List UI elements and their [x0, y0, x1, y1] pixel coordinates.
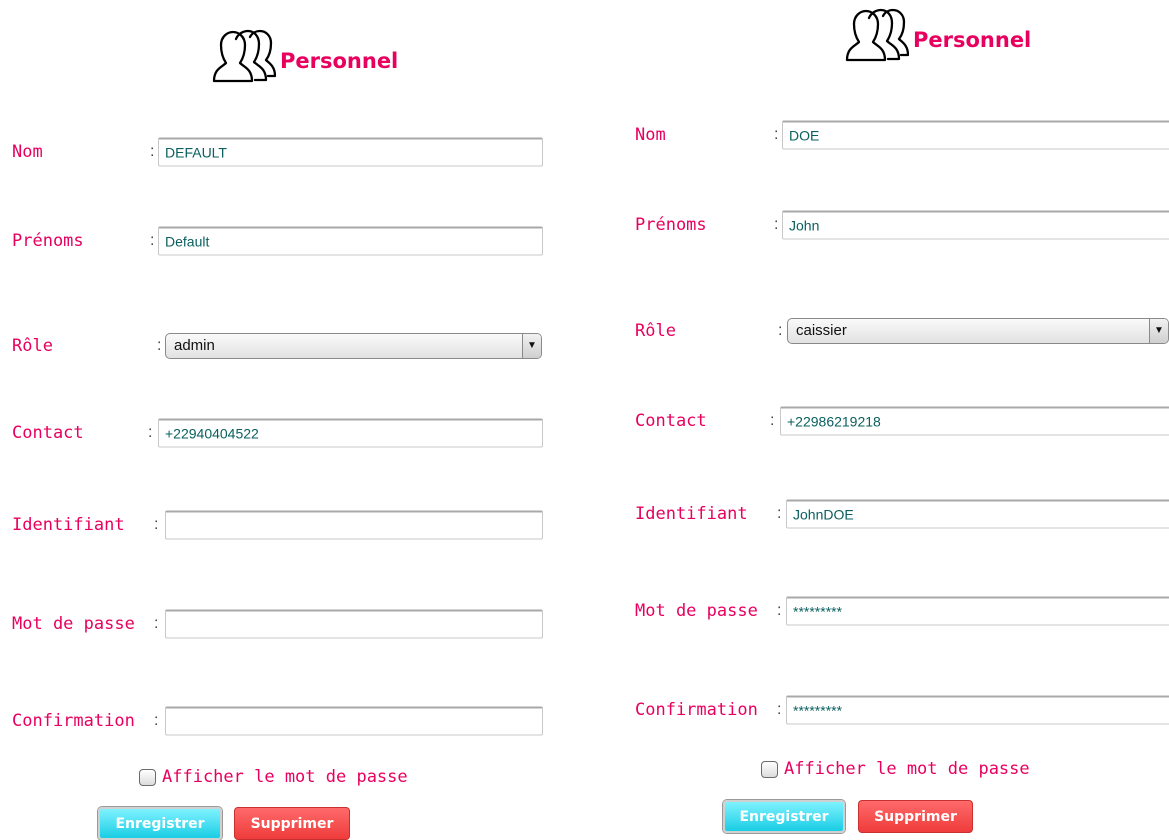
label-role: Rôle — [635, 321, 676, 341]
label-prenoms: Prénoms — [635, 215, 707, 235]
row-prenoms: Prénoms : John — [622, 208, 1169, 242]
row-mot-de-passe: Mot de passe : ********* — [622, 594, 1169, 628]
show-password-row: Afficher le mot de passe — [761, 759, 1030, 779]
password-input[interactable]: ********* — [786, 596, 1169, 626]
label-prenoms: Prénoms — [12, 231, 84, 251]
triangle-down-icon[interactable]: ▼ — [522, 334, 541, 358]
role-select[interactable]: caissier ▼ — [787, 318, 1169, 344]
label-nom: Nom — [12, 142, 43, 162]
users-group-icon — [845, 8, 909, 62]
show-password-checkbox[interactable] — [761, 760, 778, 778]
confirmation-input[interactable]: ********* — [786, 695, 1169, 725]
colon: : — [154, 712, 159, 729]
label-role: Rôle — [12, 336, 53, 356]
row-prenoms: Prénoms : Default — [0, 224, 600, 258]
confirmation-input[interactable] — [165, 706, 543, 736]
prenoms-input[interactable]: Default — [158, 226, 543, 256]
colon: : — [150, 143, 155, 160]
colon: : — [157, 337, 162, 354]
nom-input[interactable]: DEFAULT — [158, 137, 543, 167]
personnel-form-right: Personnel Nom : DOE Prénoms : John Rôle … — [622, 0, 1169, 838]
form-header: Personnel — [210, 29, 398, 83]
label-nom: Nom — [635, 125, 666, 145]
row-identifiant: Identifiant : — [0, 508, 600, 542]
colon: : — [148, 424, 153, 441]
row-mot-de-passe: Mot de passe : — [0, 607, 600, 641]
row-identifiant: Identifiant : JohnDOE — [622, 497, 1169, 531]
label-contact: Contact — [635, 411, 707, 431]
identifiant-input[interactable] — [165, 510, 543, 540]
row-confirmation: Confirmation : ********* — [622, 693, 1169, 727]
save-button[interactable]: Enregistrer — [723, 800, 845, 833]
row-role: Rôle : caissier ▼ — [622, 314, 1169, 348]
role-select-value: admin — [174, 337, 215, 354]
label-contact: Contact — [12, 423, 84, 443]
contact-input[interactable]: +22986219218 — [780, 406, 1169, 436]
row-contact: Contact : +22986219218 — [622, 404, 1169, 438]
prenoms-input[interactable]: John — [782, 210, 1169, 240]
colon: : — [774, 216, 779, 233]
row-nom: Nom : DOE — [622, 118, 1169, 152]
colon: : — [770, 412, 775, 429]
row-role: Rôle : admin ▼ — [0, 329, 600, 363]
form-header: Personnel — [843, 8, 1031, 62]
label-confirmation: Confirmation — [12, 711, 135, 731]
colon: : — [774, 126, 779, 143]
show-password-label[interactable]: Afficher le mot de passe — [784, 759, 1030, 779]
label-identifiant: Identifiant — [12, 515, 125, 535]
show-password-label[interactable]: Afficher le mot de passe — [162, 767, 408, 787]
colon: : — [777, 505, 782, 522]
colon: : — [154, 615, 159, 632]
delete-button[interactable]: Supprimer — [234, 807, 350, 840]
label-mot-de-passe: Mot de passe — [12, 614, 135, 634]
triangle-down-icon[interactable]: ▼ — [1149, 319, 1168, 343]
show-password-row: Afficher le mot de passe — [139, 767, 408, 787]
identifiant-input[interactable]: JohnDOE — [786, 499, 1169, 529]
colon: : — [154, 516, 159, 533]
form-title: Personnel — [913, 28, 1032, 52]
colon: : — [778, 322, 783, 339]
personnel-form-left: Personnel Nom : DEFAULT Prénoms : Defaul… — [0, 0, 600, 840]
label-confirmation: Confirmation — [635, 700, 758, 720]
contact-input[interactable]: +22940404522 — [158, 418, 543, 448]
colon: : — [777, 701, 782, 718]
show-password-checkbox[interactable] — [139, 768, 156, 786]
row-contact: Contact : +22940404522 — [0, 416, 600, 450]
label-mot-de-passe: Mot de passe — [635, 601, 758, 621]
role-select-value: caissier — [796, 322, 847, 339]
nom-input[interactable]: DOE — [782, 120, 1169, 150]
label-identifiant: Identifiant — [635, 504, 748, 524]
colon: : — [777, 602, 782, 619]
form-title: Personnel — [280, 49, 399, 73]
delete-button[interactable]: Supprimer — [858, 800, 973, 833]
users-group-icon — [212, 29, 276, 83]
row-nom: Nom : DEFAULT — [0, 135, 600, 169]
colon: : — [150, 232, 155, 249]
save-button[interactable]: Enregistrer — [98, 807, 222, 840]
row-confirmation: Confirmation : — [0, 704, 600, 738]
password-input[interactable] — [165, 609, 543, 639]
role-select[interactable]: admin ▼ — [165, 333, 542, 359]
